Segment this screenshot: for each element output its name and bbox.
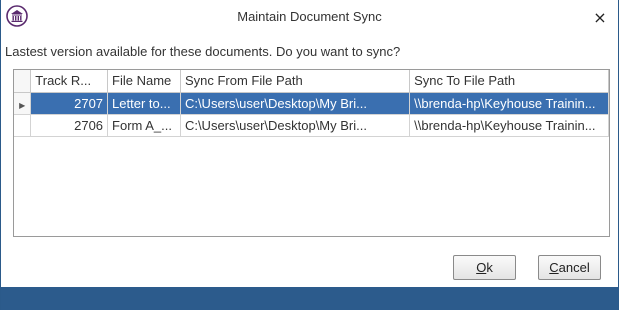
track-ref-cell[interactable]: 2706 <box>30 114 109 137</box>
bottom-band <box>1 287 618 310</box>
cancel-button[interactable]: Cancel <box>538 255 601 280</box>
row-indicator[interactable] <box>14 114 32 137</box>
row-indicator[interactable]: ▶ <box>14 92 32 115</box>
maintain-document-sync-dialog: Maintain Document Sync × Lastest version… <box>0 0 619 310</box>
cancel-label-rest: ancel <box>558 260 590 275</box>
column-header-sync-from[interactable]: Sync From File Path <box>180 70 411 93</box>
sync-to-cell[interactable]: \\brenda-hp\Keyhouse Trainin... <box>409 114 609 137</box>
sync-prompt-text: Lastest version available for these docu… <box>5 44 401 59</box>
close-button[interactable]: × <box>590 8 610 28</box>
cancel-mnemonic: C <box>549 260 559 275</box>
sync-from-cell[interactable]: C:\Users\user\Desktop\My Bri... <box>180 114 411 137</box>
file-name-cell[interactable]: Form A_... <box>107 114 181 137</box>
documents-grid: Track R... File Name Sync From File Path… <box>13 69 610 237</box>
grid-header-row: Track R... File Name Sync From File Path… <box>14 70 609 93</box>
window-title: Maintain Document Sync <box>237 9 382 24</box>
row-indicator-header <box>14 70 32 93</box>
ok-label-rest: k <box>486 260 493 275</box>
ok-mnemonic: O <box>476 260 487 275</box>
column-header-track-ref[interactable]: Track R... <box>30 70 109 93</box>
column-header-sync-to[interactable]: Sync To File Path <box>409 70 609 93</box>
file-name-cell[interactable]: Letter to... <box>107 92 181 115</box>
current-row-arrow-icon: ▶ <box>19 100 26 110</box>
title-bar: Maintain Document Sync × <box>1 0 618 34</box>
ok-button[interactable]: Ok <box>453 255 516 280</box>
track-ref-cell[interactable]: 2707 <box>30 92 109 115</box>
table-row[interactable]: 2706 Form A_... C:\Users\user\Desktop\My… <box>14 114 609 137</box>
table-row[interactable]: ▶ 2707 Letter to... C:\Users\user\Deskto… <box>14 92 609 115</box>
sync-from-cell[interactable]: C:\Users\user\Desktop\My Bri... <box>180 92 411 115</box>
sync-to-cell[interactable]: \\brenda-hp\Keyhouse Trainin... <box>409 92 609 115</box>
column-header-file-name[interactable]: File Name <box>107 70 181 93</box>
